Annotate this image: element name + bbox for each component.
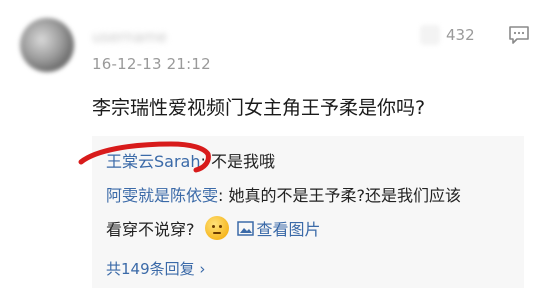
- avatar[interactable]: [20, 18, 74, 72]
- reply-separator: :: [218, 186, 224, 205]
- like-count: 432: [446, 26, 475, 44]
- reply-author[interactable]: 王棠云Sarah: [106, 152, 201, 171]
- timestamp: 16-12-13 21:12: [92, 55, 211, 73]
- replies-panel: 王棠云Sarah: 不是我哦 阿雯就是陈依雯: 她真的不是王予柔?还是我们应该 …: [92, 136, 524, 288]
- image-icon: [236, 220, 254, 236]
- reply-text-line2: 看穿不说穿?: [106, 220, 195, 239]
- like-button[interactable]: 432: [420, 24, 475, 46]
- reply-item-continued: 看穿不说穿? 查看图片: [106, 216, 321, 240]
- reply-item: 王棠云Sarah: 不是我哦: [106, 148, 275, 172]
- thinking-emoji-icon: [204, 216, 229, 240]
- reply-text-line1: 她真的不是王予柔?还是我们应该: [228, 186, 462, 205]
- view-image-link[interactable]: 查看图片: [236, 216, 321, 240]
- reply-author[interactable]: 阿雯就是陈依雯: [106, 186, 218, 205]
- reply-separator: :: [200, 152, 206, 171]
- reply-text: 不是我哦: [210, 152, 275, 171]
- username-blurred[interactable]: username: [92, 28, 202, 46]
- thumbs-up-icon: [420, 25, 440, 45]
- view-image-label: 查看图片: [256, 220, 321, 239]
- reply-item: 阿雯就是陈依雯: 她真的不是王予柔?还是我们应该: [106, 182, 461, 206]
- comment-text: 李宗瑞性爱视频门女主角王予柔是你吗?: [92, 97, 426, 119]
- reply-icon[interactable]: [508, 25, 530, 45]
- more-replies-link[interactable]: 共149条回复 ›: [106, 258, 205, 279]
